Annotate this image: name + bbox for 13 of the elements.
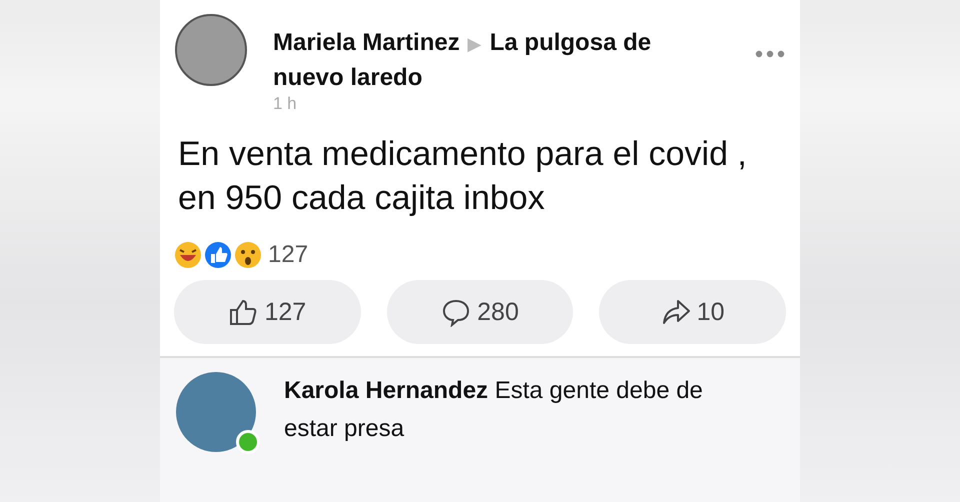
like-button[interactable]: 127 [174,280,361,344]
reaction-count[interactable]: 127 [268,241,308,269]
share-button[interactable]: 10 [599,280,786,344]
comment-text: Karola Hernandez Esta gente debe de estar presa [284,376,704,444]
thumbs-up-icon [228,297,258,327]
more-options-icon[interactable] [755,50,785,58]
comment-button[interactable]: 280 [386,280,574,344]
post-header: Mariela Martinez ▶ La pulgosa de nuevo laredo [273,28,652,93]
reaction-emojis-icon [174,240,264,270]
speech-bubble-icon [441,297,472,327]
share-arrow-icon [660,297,691,327]
post-time: 1 h [273,94,298,114]
post-text: En venta medicamento para el covid , en 950 cada cajita inbox [178,134,748,219]
